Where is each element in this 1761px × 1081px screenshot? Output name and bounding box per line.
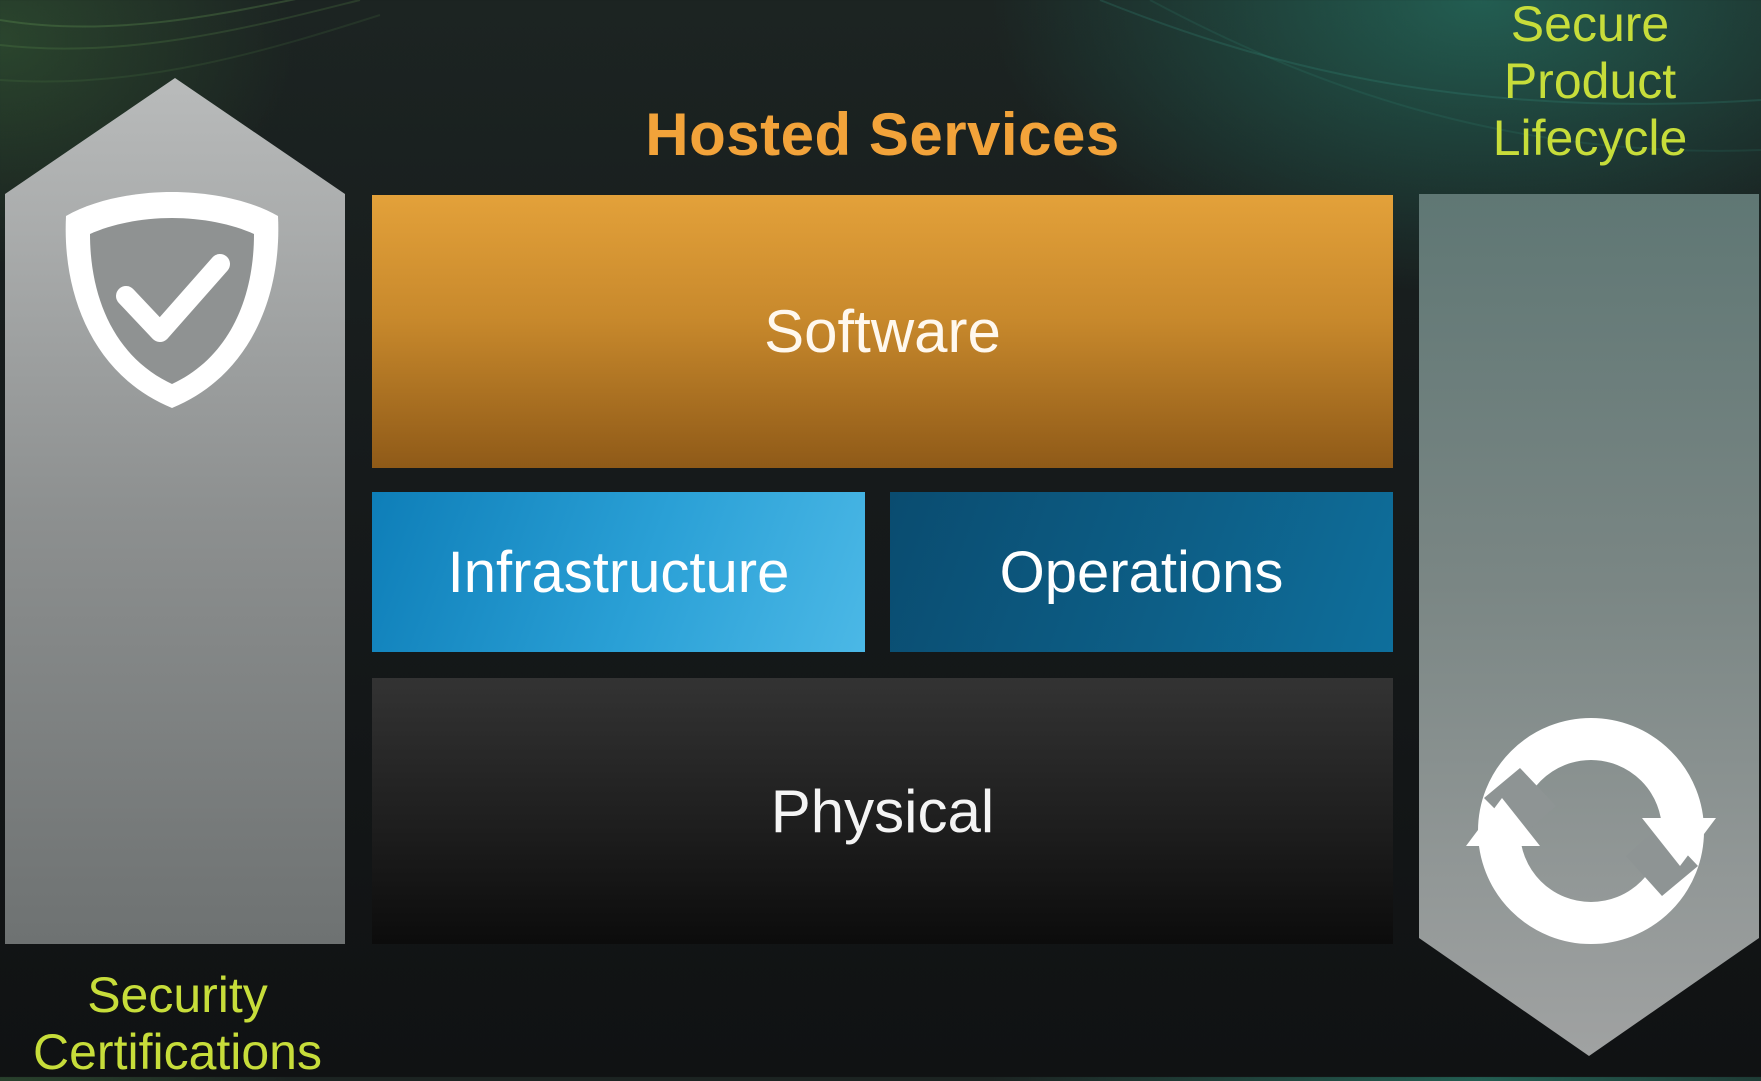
operations-label: Operations xyxy=(999,539,1284,605)
security-certifications-label: Security Certifications xyxy=(0,967,355,1081)
infrastructure-layer: Infrastructure xyxy=(372,492,865,652)
secure-product-lifecycle-label: Secure Product Lifecycle xyxy=(1440,0,1740,167)
diagram-title: Hosted Services xyxy=(645,101,1120,168)
right-label-line3: Lifecycle xyxy=(1492,110,1688,166)
physical-label: Physical xyxy=(770,777,995,845)
physical-layer: Physical xyxy=(372,678,1393,944)
operations-layer: Operations xyxy=(890,492,1393,652)
infrastructure-label: Infrastructure xyxy=(447,539,790,605)
left-label-line1: Security xyxy=(87,967,268,1023)
software-layer: Software xyxy=(372,195,1393,468)
left-label-line2: Certifications xyxy=(33,1024,322,1080)
right-label-line2: Product xyxy=(1503,53,1677,109)
shield-check-icon xyxy=(60,186,284,412)
right-label-line1: Secure xyxy=(1510,0,1670,52)
software-label: Software xyxy=(764,298,1001,365)
refresh-cycle-icon xyxy=(1462,706,1720,954)
